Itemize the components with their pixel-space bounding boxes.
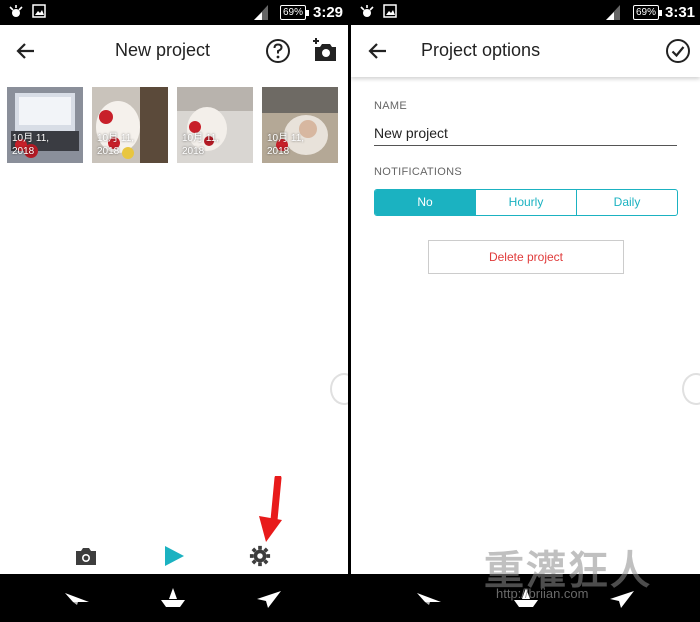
status-time: 3:31 (665, 4, 696, 21)
status-bar: 69% 3:31 (351, 0, 700, 25)
help-icon[interactable] (264, 37, 292, 65)
paper-plane-left-icon[interactable] (64, 587, 90, 609)
edge-handle[interactable] (682, 373, 700, 405)
thumbnail-date: 10月 11, 2018 (182, 133, 220, 157)
screen-project-options: 69% 3:31 Project options NAME New projec… (351, 0, 700, 622)
battery-indicator: 69% (633, 5, 663, 20)
page-title: Project options (421, 40, 541, 60)
gallery-icon (32, 4, 46, 18)
watermark-url: http://briian.com (496, 586, 589, 601)
photo-thumbnail[interactable]: 10月 11, 2018 (262, 87, 338, 163)
notification-app-icon (360, 5, 374, 17)
notification-option-daily[interactable]: Daily (576, 190, 677, 215)
delete-project-button[interactable]: Delete project (428, 240, 624, 274)
paper-boat-icon[interactable] (160, 587, 186, 609)
notification-option-hourly[interactable]: Hourly (475, 190, 576, 215)
photo-thumbnail[interactable]: 10月 11, 2018 (177, 87, 253, 163)
thumbnail-date: 10月 11, 2018 (12, 133, 50, 157)
photo-thumbnail[interactable]: 10月 11, 2018 (92, 87, 168, 163)
back-arrow-icon[interactable] (14, 39, 38, 63)
app-bar: Project options (351, 25, 700, 77)
screen-new-project: 69% 3:29 New project 10月 11, 2018 10月 11… (0, 0, 348, 622)
add-photo-icon[interactable] (311, 37, 339, 65)
photo-thumbnail[interactable]: 10月 11, 2018 (7, 87, 83, 163)
thumbnail-date: 10月 11, 2018 (267, 133, 305, 157)
thumbnail-date: 10月 11, 2018 (97, 133, 135, 157)
play-icon[interactable] (162, 545, 186, 567)
page-title: New project (115, 40, 211, 60)
bottom-toolbar (0, 538, 348, 574)
back-arrow-icon[interactable] (366, 39, 390, 63)
navigation-bar (0, 574, 348, 622)
status-time: 3:29 (313, 4, 344, 21)
notifications-label: NOTIFICATIONS (374, 166, 463, 178)
notification-app-icon (9, 5, 23, 17)
status-bar: 69% 3:29 (0, 0, 348, 25)
battery-indicator: 69% (280, 5, 310, 20)
gallery-icon (383, 4, 397, 18)
project-name-input[interactable]: New project (374, 124, 677, 146)
annotation-arrow-icon (259, 476, 282, 542)
site-watermark: 重灌狂人 http://briian.com (484, 538, 652, 601)
signal-icon (606, 5, 620, 20)
confirm-check-icon[interactable] (664, 37, 692, 65)
app-bar: New project (0, 25, 348, 77)
signal-icon (254, 5, 268, 20)
notifications-segmented-control: No Hourly Daily (374, 189, 678, 216)
paper-plane-left-icon[interactable] (416, 587, 442, 609)
name-label: NAME (374, 100, 407, 112)
settings-gear-icon[interactable] (248, 545, 272, 567)
edge-handle[interactable] (330, 373, 348, 405)
notification-option-no[interactable]: No (375, 190, 475, 215)
camera-icon[interactable] (74, 545, 98, 567)
paper-plane-right-icon[interactable] (256, 587, 282, 609)
